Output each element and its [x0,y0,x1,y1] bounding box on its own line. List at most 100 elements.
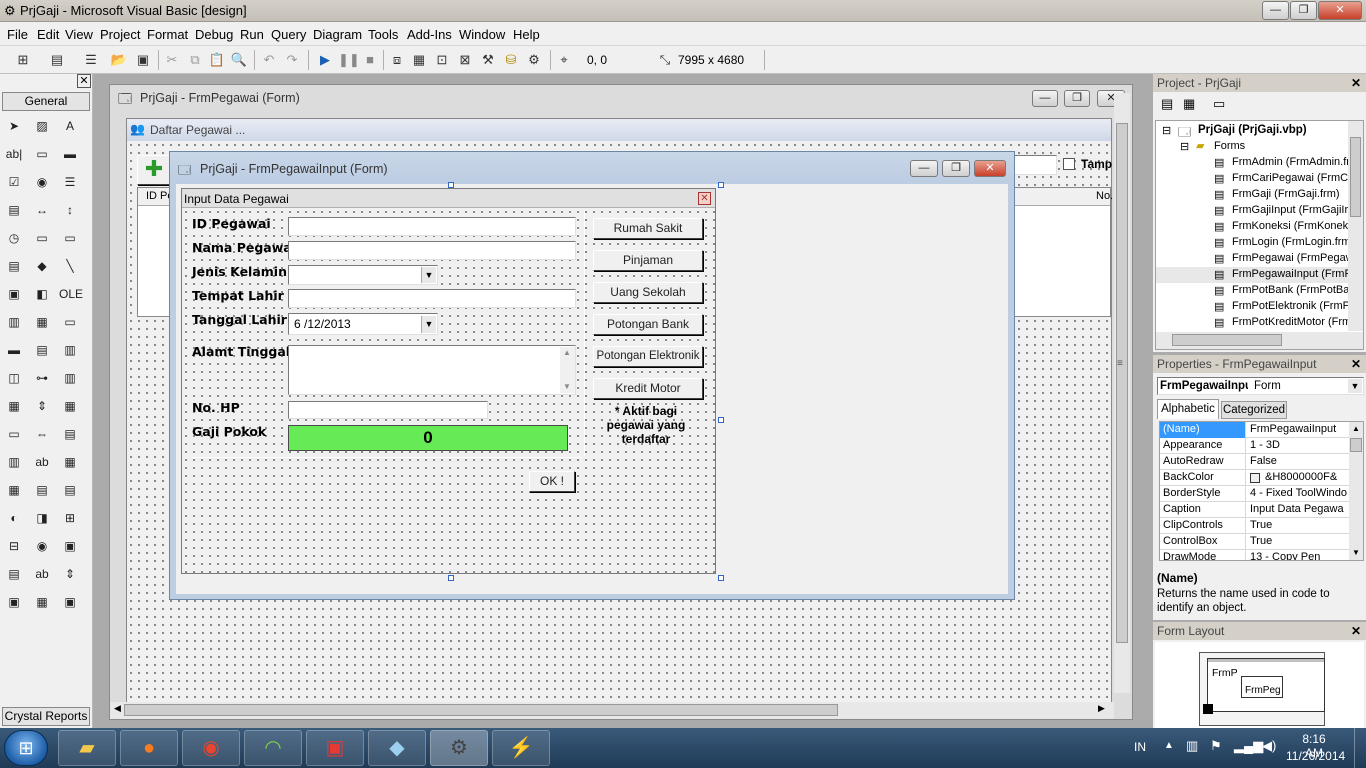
designer-restore-button[interactable]: ❐ [1064,90,1090,107]
masked-edit-icon[interactable]: ab [31,563,53,585]
tab-alphabetic[interactable]: Alphabetic [1157,399,1219,419]
filelistbox-icon[interactable]: ▤ [3,255,25,277]
chevron-down-icon[interactable]: ▼ [421,267,436,283]
property-value[interactable]: True [1247,534,1350,550]
datagrid-icon[interactable]: ▦ [3,479,25,501]
property-row[interactable]: ControlBox True [1160,534,1350,550]
show-desktop-button[interactable] [1354,728,1366,768]
component-manager-icon[interactable]: ⚙ [525,51,543,69]
undo-icon[interactable]: ↶ [260,51,278,69]
pdf-app-taskbar-icon[interactable]: ▣ [306,730,364,766]
imagelist-icon[interactable]: ◫ [3,367,25,389]
project-form-item[interactable]: ▤ FrmPegawai (FrmPegaw [1156,251,1348,267]
notes-app-taskbar-icon[interactable]: ◆ [368,730,426,766]
menu-window[interactable]: Window [459,27,505,42]
no-hp-input[interactable] [288,401,488,419]
property-row[interactable]: DrawMode 13 - Copy Pen [1160,550,1350,560]
property-value[interactable]: &H8000000F& [1247,470,1350,486]
inet-icon[interactable]: ◉ [31,535,53,557]
props-vscroll-thumb[interactable] [1350,438,1362,452]
progressbar-icon[interactable]: ▬ [3,339,25,361]
selection-handle[interactable] [718,417,724,423]
project-explorer-icon[interactable]: ⧈ [388,51,406,69]
layout-form-frmpeg[interactable]: FrmPeg [1241,676,1283,698]
designer-minimize-button[interactable]: — [1032,90,1058,107]
save-icon[interactable]: ▣ [134,51,152,69]
form-layout-icon[interactable]: ⊡ [433,51,451,69]
property-row[interactable]: BackColor &H8000000F& [1160,470,1350,486]
toolwindow-close-icon[interactable]: ✕ [698,192,711,205]
adodc-icon[interactable]: ◐ [3,507,25,529]
flag-icon[interactable]: ⚑ [1210,738,1222,754]
spin-icon[interactable]: ⇕ [59,563,81,585]
datacombo-icon[interactable]: ▤ [59,479,81,501]
tray-expand-icon[interactable]: ▲ [1164,740,1174,751]
optionbutton-icon[interactable]: ◉ [31,171,53,193]
property-value[interactable]: 1 - 3D [1247,438,1350,454]
alamat-textarea[interactable]: ▲ ▼ [288,345,576,395]
flatscrollbar-icon[interactable]: ⇔ [31,423,53,445]
dirlistbox-icon[interactable]: ▭ [59,227,81,249]
find-icon[interactable]: 🔍 [230,51,248,69]
explorer-taskbar-icon[interactable]: ▰ [58,730,116,766]
open-project-icon[interactable]: 📂 [110,51,128,69]
timer-icon[interactable]: ◷ [3,227,25,249]
tempat-lahir-input[interactable] [288,289,576,308]
project-close-icon[interactable]: ✕ [1351,76,1361,90]
input-minimize-button[interactable]: — [910,160,938,177]
toolbox-tab-crystal[interactable]: Crystal Reports [2,707,90,726]
data-control-icon[interactable]: ◧ [31,283,53,305]
redo-icon[interactable]: ↷ [283,51,301,69]
menu-query[interactable]: Query [271,27,306,42]
property-row[interactable]: Appearance 1 - 3D [1160,438,1350,454]
paste-icon[interactable]: 📋 [208,51,226,69]
data-view-icon[interactable]: ⛁ [502,51,520,69]
menu-editor-icon[interactable]: ☰ [82,51,100,69]
coolbar-icon[interactable]: ▤ [59,423,81,445]
break-icon[interactable]: ❚❚ [338,51,360,69]
scroll-down-icon[interactable]: ▼ [563,382,571,391]
project-form-item[interactable]: ▤ FrmLogin (FrmLogin.frm [1156,235,1348,251]
tree-expand-icon[interactable]: ⊟ [1162,124,1171,137]
volume-icon[interactable]: ◀) [1262,738,1276,754]
mhflexgrid-icon[interactable]: ▦ [59,451,81,473]
winsock-icon[interactable]: ⊟ [3,535,25,557]
minimize-button[interactable]: — [1262,1,1289,20]
tree-expand-icon[interactable]: ⊟ [1180,140,1189,153]
object-browser-icon[interactable]: ⊠ [456,51,474,69]
add-form-icon[interactable]: ▤ [48,51,66,69]
monthview-icon[interactable]: ▦ [59,395,81,417]
crystal-report-icon[interactable]: ▣ [3,591,25,613]
property-value[interactable]: FrmPegawaiInput [1247,422,1350,438]
project-form-item[interactable]: ▤ FrmPotElektronik (FrmP [1156,299,1348,315]
property-row[interactable]: AutoRedraw False [1160,454,1350,470]
tabstrip-icon[interactable]: ▥ [3,311,25,333]
toggle-folders-icon[interactable]: ▭ [1213,96,1225,112]
tree-hscroll-thumb[interactable] [1172,334,1282,346]
properties-window-icon[interactable]: ▦ [410,51,428,69]
restore-button[interactable]: ❐ [1290,1,1317,20]
imagecombo-icon[interactable]: ▥ [59,367,81,389]
jenis-kelamin-combo[interactable]: ▼ [288,265,438,285]
object-selector-combo[interactable]: FrmPegawaiInpu Form ▼ [1157,377,1364,395]
scroll-up-icon[interactable]: ▲ [563,348,571,357]
ok-button[interactable]: OK ! [529,471,575,492]
forms-folder[interactable]: Forms [1214,140,1245,152]
mmcontrol-icon[interactable]: ▣ [59,591,81,613]
pointer-icon[interactable]: ➤ [3,115,25,137]
uang-sekolah-button[interactable]: Uang Sekolah [593,282,703,303]
tree-hscrollbar[interactable] [1156,332,1363,349]
clock-date[interactable]: 11/26/2014 [1286,749,1345,763]
project-form-item[interactable]: ▤ FrmAdmin (FrmAdmin.fr [1156,155,1348,171]
datalist-icon[interactable]: ▤ [31,479,53,501]
toolbox-tab-general[interactable]: General [2,92,90,111]
menu-file[interactable]: File [7,27,28,42]
chevron-down-icon[interactable]: ▼ [1348,379,1362,393]
end-icon[interactable]: ■ [361,51,379,69]
device-icon[interactable]: ▥ [1186,738,1198,754]
toolbox-close-icon[interactable]: ✕ [77,74,91,88]
project-form-item[interactable]: ▤ FrmKoneksi (FrmKoneks [1156,219,1348,235]
picturebox-icon[interactable]: ▨ [31,115,53,137]
menu-view[interactable]: View [65,27,93,42]
project-form-item[interactable]: ▤ FrmGajiInput (FrmGajiIr [1156,203,1348,219]
